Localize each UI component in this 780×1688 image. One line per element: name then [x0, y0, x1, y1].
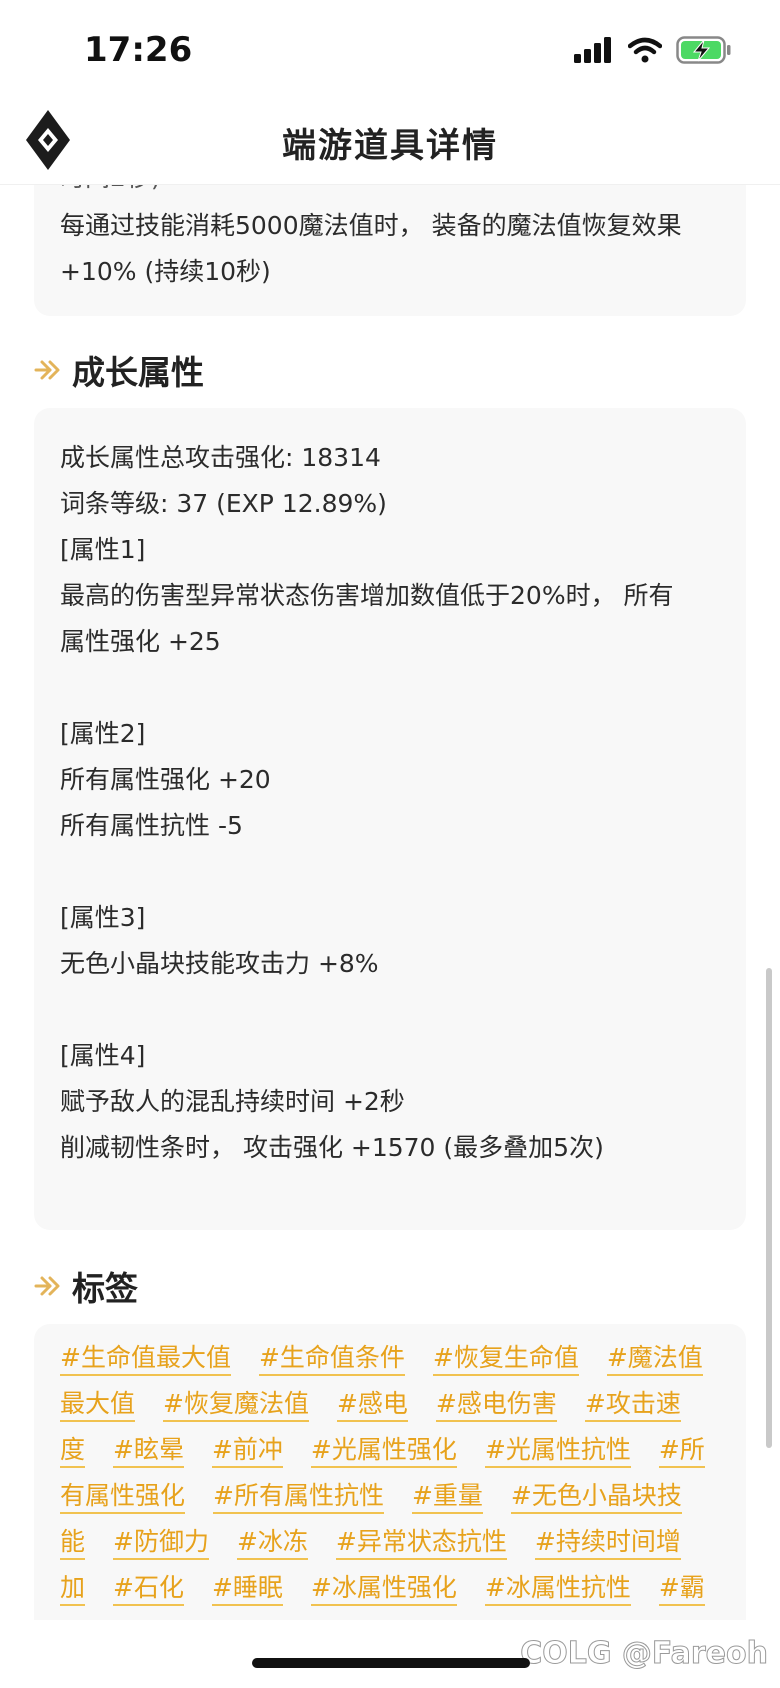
tag-link[interactable]: 有属性强化	[60, 1480, 186, 1514]
tag-row: 度 #眩晕 #前冲 #光属性强化 #光属性抗性 #所	[60, 1434, 740, 1480]
tag-link[interactable]: #冰冻	[236, 1526, 308, 1560]
tags-section-title: 标签	[72, 1269, 138, 1308]
status-icons	[574, 36, 732, 64]
signal-bars-icon	[574, 37, 611, 63]
tag-link[interactable]: #重量	[411, 1480, 483, 1514]
tags-section-header: 标签	[34, 1262, 138, 1310]
tag-link[interactable]: #感电伤害	[435, 1388, 557, 1422]
tag-link[interactable]: #异常状态抗性	[335, 1526, 507, 1560]
tag-link[interactable]: #防御力	[113, 1526, 209, 1560]
tag-link[interactable]: #冰属性强化	[310, 1572, 457, 1606]
tag-link[interactable]: 能	[60, 1526, 86, 1560]
tag-list: #生命值最大值 #生命值条件 #恢复生命值 #魔法值 最大值 #恢复魔法值 #感电 #感电伤…	[60, 1342, 740, 1618]
growth-line: 无色小晶块技能攻击力 +8%	[60, 949, 379, 978]
battery-charging-icon	[676, 36, 731, 64]
tag-link[interactable]: #睡眠	[211, 1572, 283, 1606]
scroll-content[interactable]: 时间2秒) 每通过技能消耗5000魔法值时， 装备的魔法值恢复效果 +10% (…	[0, 100, 780, 1620]
tag-link[interactable]: #光属性强化	[310, 1434, 457, 1468]
watermark: COLG @Fareoh	[520, 1636, 769, 1672]
tag-link[interactable]: #石化	[113, 1572, 184, 1606]
growth-line: 所有属性强化 +20	[60, 765, 271, 794]
tags-card: #生命值最大值 #生命值条件 #恢复生命值 #魔法值 最大值 #恢复魔法值 #感电 #感电伤…	[34, 1324, 746, 1620]
double-chevron-right-icon	[34, 1276, 60, 1296]
growth-line: 所有属性抗性 -5	[60, 811, 243, 840]
status-bar: 17:26	[0, 0, 780, 100]
tag-link[interactable]: #光属性抗性	[484, 1434, 631, 1468]
tag-row: 有属性强化 #所有属性抗性 #重量 #无色小晶块技	[60, 1480, 740, 1526]
growth-section-title: 成长属性	[72, 353, 204, 392]
growth-line: 赋予敌人的混乱持续时间 +2秒	[60, 1087, 405, 1116]
tag-link[interactable]: #霸	[658, 1572, 705, 1606]
tag-link[interactable]: #攻击速	[584, 1388, 681, 1422]
growth-line: 词条等级: 37 (EXP 12.89%)	[60, 489, 387, 518]
tag-row: 加 #石化 #睡眠 #冰属性强化 #冰属性抗性 #霸	[60, 1572, 740, 1618]
growth-line: 最高的伤害型异常状态伤害增加数值低于20%时， 所有	[60, 581, 674, 610]
wifi-icon	[628, 37, 662, 63]
tag-link[interactable]: #持续时间增	[534, 1526, 681, 1560]
tag-link[interactable]: #恢复生命值	[432, 1342, 579, 1376]
tag-link[interactable]: #魔法值	[606, 1342, 703, 1376]
growth-line: [属性3]	[60, 903, 146, 932]
tag-row: 能 #防御力 #冰冻 #异常状态抗性 #持续时间增	[60, 1526, 740, 1572]
growth-card: 成长属性总攻击强化: 18314 词条等级: 37 (EXP 12.89%) […	[34, 408, 746, 1230]
scrollbar[interactable]	[766, 968, 772, 1448]
status-time: 17:26	[84, 30, 193, 70]
growth-line: 成长属性总攻击强化: 18314	[60, 443, 381, 472]
tag-link[interactable]: 最大值	[60, 1388, 136, 1422]
tag-link[interactable]: #生命值最大值	[60, 1342, 231, 1376]
tag-link[interactable]: 加	[60, 1572, 86, 1606]
tag-row: 最大值 #恢复魔法值 #感电 #感电伤害 #攻击速	[60, 1388, 740, 1434]
home-indicator[interactable]	[252, 1658, 530, 1668]
growth-line: [属性1]	[60, 535, 146, 564]
growth-line: 削减韧性条时， 攻击强化 +1570 (最多叠加5次)	[60, 1133, 604, 1162]
growth-line: [属性2]	[60, 719, 146, 748]
effect-line: +10% (持续10秒)	[60, 257, 271, 286]
tag-link[interactable]: #所有属性抗性	[213, 1480, 384, 1514]
growth-line: [属性4]	[60, 1041, 146, 1070]
double-chevron-right-icon	[34, 360, 60, 380]
tag-link[interactable]: #无色小晶块技	[510, 1480, 682, 1514]
tag-link[interactable]: 度	[60, 1434, 86, 1468]
tag-link[interactable]: #感电	[336, 1388, 408, 1422]
effect-line: 每通过技能消耗5000魔法值时， 装备的魔法值恢复效果	[60, 211, 682, 240]
tag-link[interactable]: #前冲	[211, 1434, 283, 1468]
tag-link[interactable]: #所	[658, 1434, 705, 1468]
tag-row: #生命值最大值 #生命值条件 #恢复生命值 #魔法值	[60, 1342, 740, 1388]
tag-link[interactable]: #恢复魔法值	[163, 1388, 309, 1422]
page-title: 端游道具详情	[282, 126, 498, 166]
growth-section-header: 成长属性	[34, 346, 204, 394]
tag-link[interactable]: #生命值条件	[258, 1342, 405, 1376]
tag-link[interactable]: #冰属性抗性	[484, 1572, 631, 1606]
growth-line: 属性强化 +25	[60, 627, 221, 656]
nav-bar: 端游道具详情	[0, 100, 780, 185]
tag-link[interactable]: #眩晕	[113, 1434, 184, 1468]
